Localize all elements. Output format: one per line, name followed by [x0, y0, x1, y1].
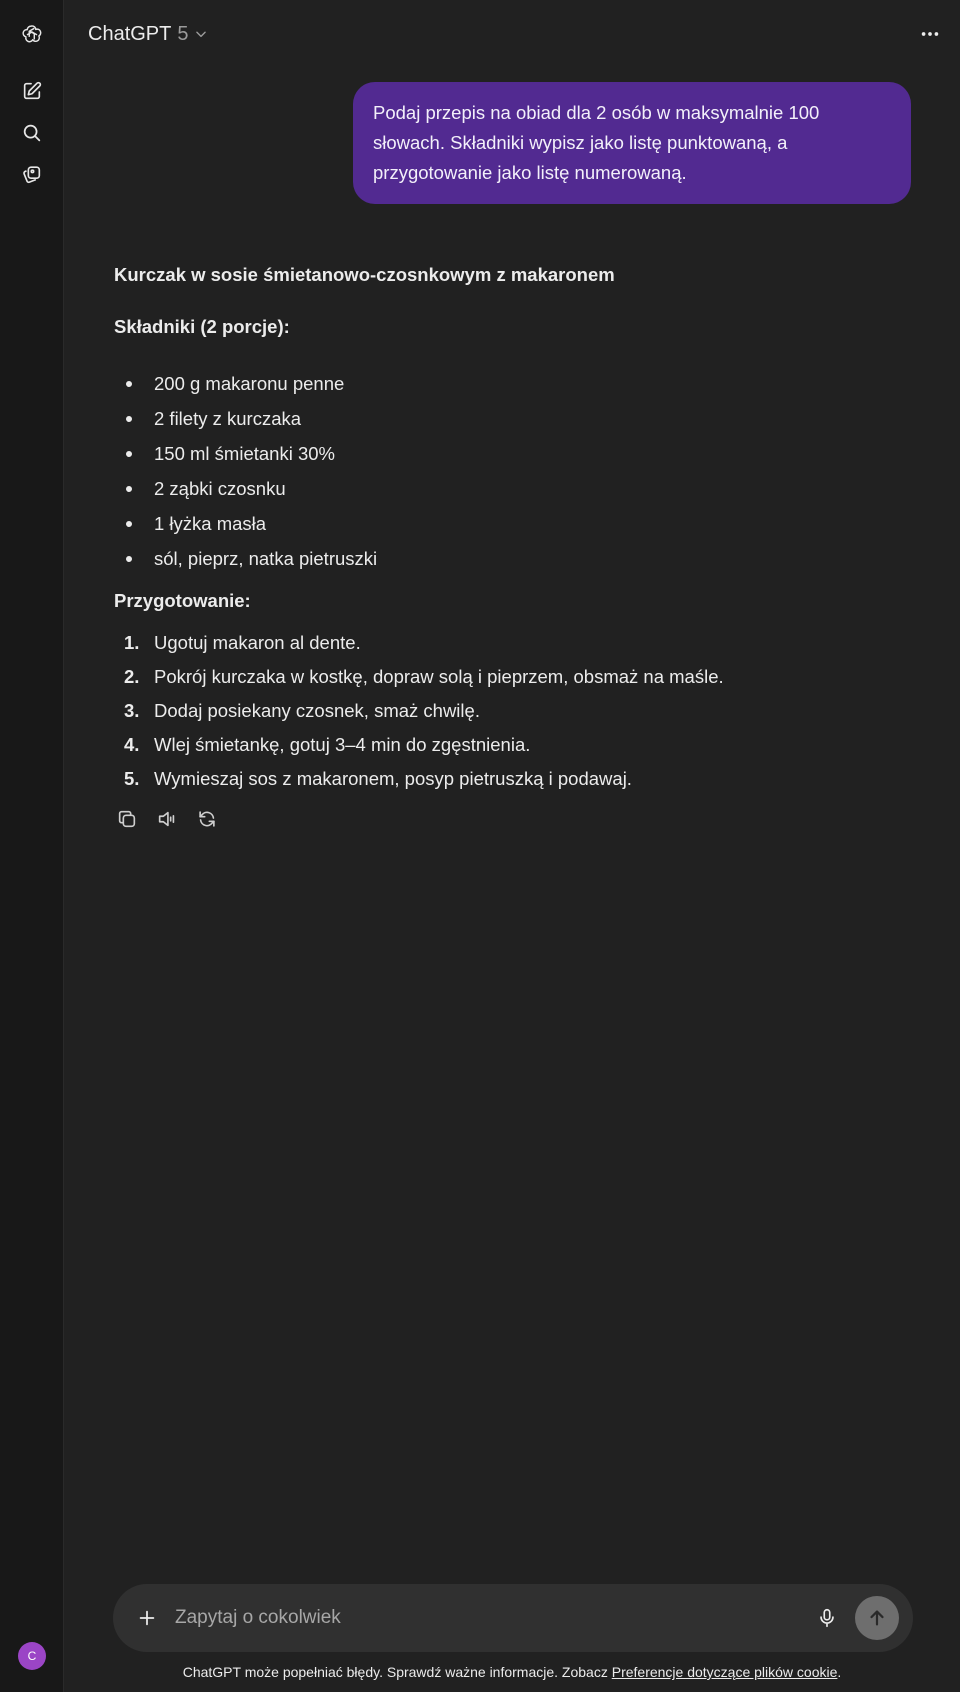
regenerate-icon[interactable]: [194, 806, 220, 832]
list-item: 1 łyżka masła: [114, 506, 914, 541]
arrow-up-icon: [870, 1610, 884, 1626]
list-item: 2. Pokrój kurczaka w kostkę, dopraw solą …: [114, 660, 914, 694]
sidebar: C: [0, 0, 64, 1692]
list-item: 4. Wlej śmietankę, gotuj 3–4 min do zgęst…: [114, 728, 914, 762]
prompt-input[interactable]: [175, 1602, 735, 1634]
user-avatar[interactable]: C: [18, 1642, 46, 1670]
send-button[interactable]: [855, 1596, 899, 1640]
cookie-preferences-link[interactable]: Preferencje dotyczące plików cookie: [612, 1664, 838, 1680]
prompt-composer: [113, 1584, 913, 1652]
microphone-icon[interactable]: [811, 1602, 843, 1634]
top-bar: ChatGPT 5: [64, 0, 960, 68]
assistant-message: Kurczak w sosie śmietanowo-czosnkowym z …: [114, 258, 914, 832]
chatgpt-app: C ChatGPT 5 Podaj przepis na obiad dla 2…: [0, 0, 960, 1692]
plus-icon[interactable]: [131, 1602, 163, 1634]
chevron-down-icon: [196, 31, 207, 38]
list-item: 3. Dodaj posiekany czosnek, smaż chwilę.: [114, 694, 914, 728]
openai-logo-icon[interactable]: [12, 14, 52, 54]
steps-heading: Przygotowanie:: [114, 590, 251, 611]
list-item: 2 ząbki czosnku: [114, 471, 914, 506]
disclaimer-footer: ChatGPT może popełniać błędy. Sprawdź wa…: [64, 1664, 960, 1688]
model-name: ChatGPT: [88, 22, 172, 45]
model-selector[interactable]: ChatGPT 5: [88, 18, 208, 50]
disclaimer-text: ChatGPT może popełniać błędy. Sprawdź wa…: [182, 1664, 612, 1680]
recipe-title: Kurczak w sosie śmietanowo-czosnkowym z …: [114, 264, 615, 285]
ingredients-heading: Składniki (2 porcje):: [114, 316, 290, 337]
step-number: 1.: [124, 632, 140, 653]
step-number: 5.: [124, 768, 140, 789]
disclaimer-suffix: .: [837, 1664, 842, 1680]
step-number: 3.: [124, 700, 140, 721]
ingredients-list: 200 g makaronu penne 2 filety z kurczaka…: [114, 366, 914, 576]
library-icon[interactable]: [12, 155, 52, 195]
list-item: 200 g makaronu penne: [114, 366, 914, 401]
step-text: Ugotuj makaron al dente.: [154, 632, 361, 653]
model-version: 5: [177, 22, 189, 45]
search-icon[interactable]: [12, 113, 52, 153]
list-item: 5. Wymieszaj sos z makaronem, posyp pietr…: [114, 762, 914, 796]
message-actions: [114, 806, 914, 832]
step-text: Wymieszaj sos z makaronem, posyp pietrus…: [154, 768, 632, 789]
list-item: 1. Ugotuj makaron al dente.: [114, 626, 914, 660]
more-options-icon[interactable]: [912, 16, 948, 52]
step-text: Wlej śmietankę, gotuj 3–4 min do zgęstni…: [154, 734, 531, 755]
list-item: 2 filety z kurczaka: [114, 401, 914, 436]
user-message: Podaj przepis na obiad dla 2 osób w maks…: [353, 82, 911, 204]
new-chat-icon[interactable]: [12, 71, 52, 111]
steps-list: 1. Ugotuj makaron al dente. 2. Pokrój kurc…: [114, 626, 914, 796]
read-aloud-icon[interactable]: [154, 806, 180, 832]
step-text: Dodaj posiekany czosnek, smaż chwilę.: [154, 700, 480, 721]
copy-icon[interactable]: [114, 806, 140, 832]
list-item: 150 ml śmietanki 30%: [114, 436, 914, 471]
step-number: 2.: [124, 666, 140, 687]
step-text: Pokrój kurczaka w kostkę, dopraw solą i …: [154, 666, 724, 687]
step-number: 4.: [124, 734, 140, 755]
list-item: sól, pieprz, natka pietruszki: [114, 541, 914, 576]
